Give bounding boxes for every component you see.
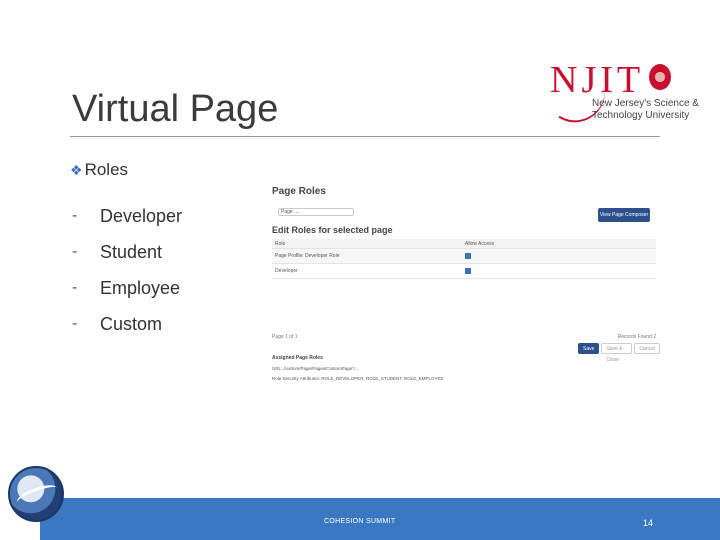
pager: Page 1 of 1 Records Found 2 [272,332,656,342]
role-cell: Page Profile: Developer Role [275,253,340,259]
grid-header: Role Allow Access [272,239,656,249]
column-header-access: Allow Access [465,240,495,247]
table-row: Page Profile: Developer Role [272,249,656,264]
table-row: Developer [272,264,656,279]
title-divider [70,136,660,137]
dash-bullet: - [72,279,78,296]
view-page-composer-button[interactable]: View Page Composer [598,208,650,222]
save-button[interactable]: Save [578,343,600,354]
records-found: Records Found 2 [617,334,656,340]
role-item: - Student [72,234,182,270]
roles-heading: ❖ Roles [70,160,128,180]
access-checkbox[interactable] [465,253,471,259]
dash-bullet: - [72,315,78,332]
role-item: - Developer [72,198,182,234]
logo-seal-icon [649,64,671,90]
edit-roles-heading: Edit Roles for selected page [272,225,393,235]
role-label: Developer [100,205,183,226]
cancel-button[interactable]: Cancel [634,343,660,354]
page-number: 14 [643,518,654,528]
column-header-role: Role [275,240,286,247]
role-list: - Developer - Student - Employee - Custom [72,198,182,342]
role-item: - Custom [72,306,182,342]
access-checkbox[interactable] [465,268,471,274]
diamond-bullet-icon: ❖ [70,161,83,178]
footer-event-label: COHESION SUMMIT [324,518,396,525]
action-buttons: Save Save & Close Cancel [578,343,660,363]
role-item: - Employee [72,270,182,306]
details-line-attributes: Role Security Attributes: ROLE_DEVELOPER… [272,376,444,381]
role-cell: Developer [275,268,298,274]
details-title: Assigned Page Roles [272,355,323,361]
save-close-button[interactable]: Save & Close [601,343,633,363]
dash-bullet: - [72,207,78,224]
roles-grid: Role Allow Access Page Profile: Develope… [272,239,656,279]
page-select[interactable]: Page: ... [278,208,354,216]
role-label: Custom [100,313,163,334]
dash-bullet: - [72,243,78,260]
embedded-screenshot: Page Roles Page: ... View Page Composer … [268,180,660,390]
roles-heading-label: Roles [84,160,129,179]
details-line-url: URL: /custom/Page/Pages/CustomPage?... [272,366,359,371]
cohesion-globe-logo-icon [8,466,64,522]
page-roles-heading: Page Roles [272,186,326,197]
slide-title: Virtual Page [72,88,279,130]
logo-tagline-1: New Jersey's Science & [592,98,699,109]
logo-tagline-2: Technology University [592,110,690,121]
njit-logo: NJIT New Jersey's Science & Technology U… [545,58,699,128]
role-label: Student [100,241,163,262]
role-label: Employee [100,277,181,298]
pager-info: Page 1 of 1 [272,334,298,340]
